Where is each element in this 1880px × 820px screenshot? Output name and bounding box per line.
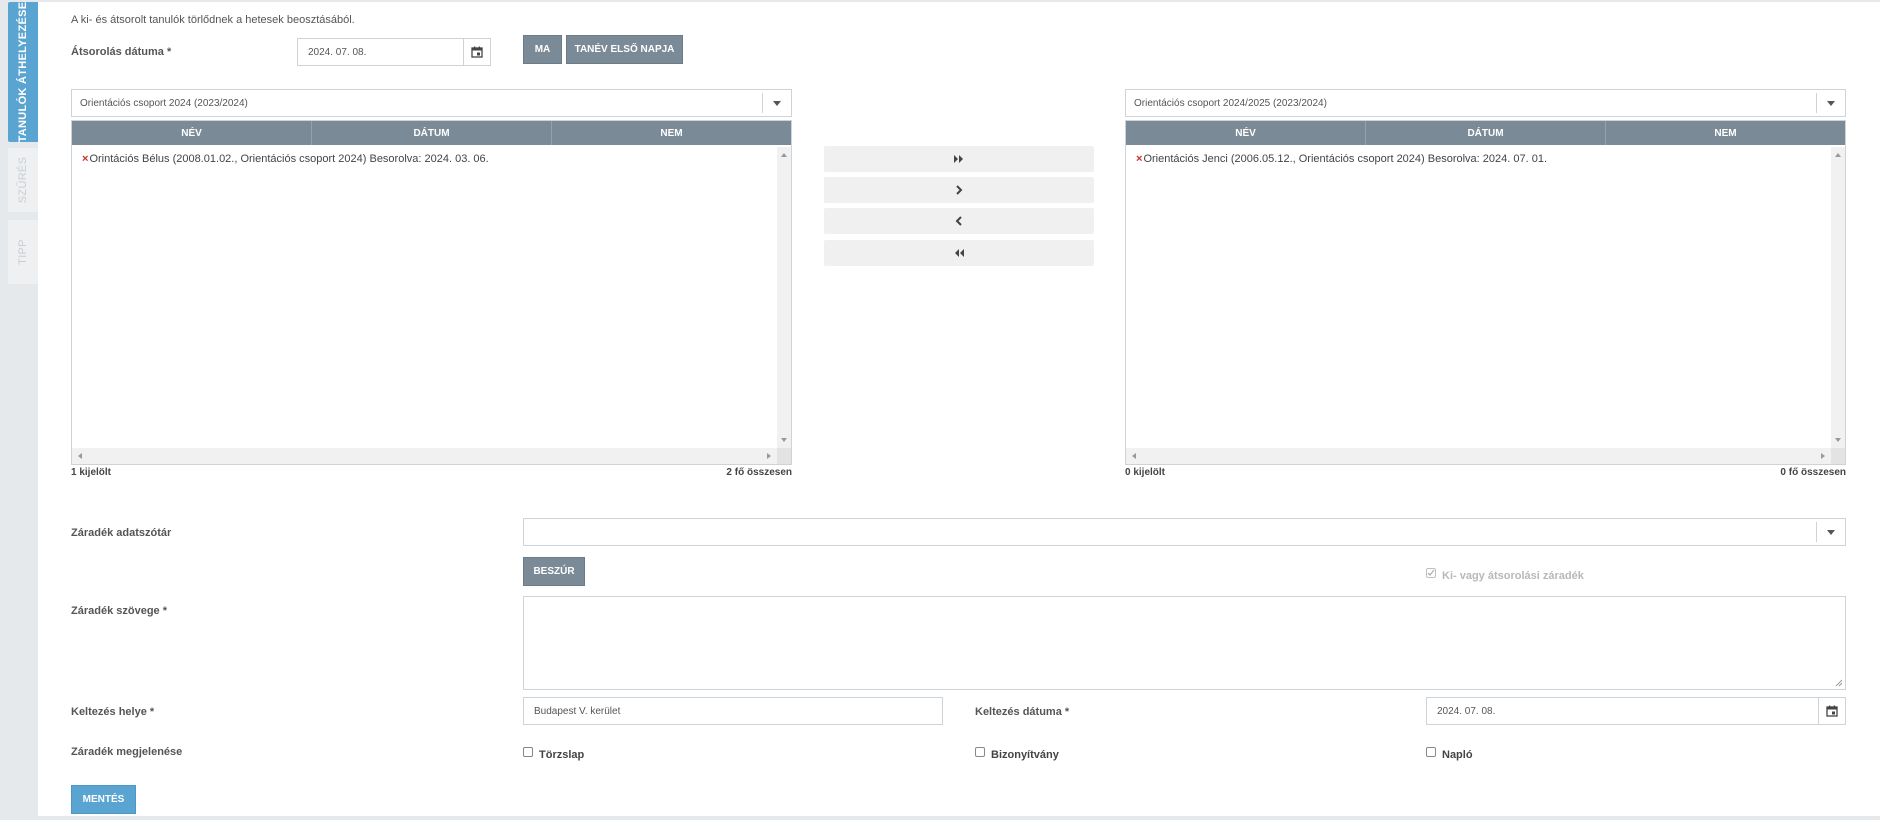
chevron-right-icon — [956, 185, 963, 195]
grid-header: NÉV DÁTUM NEM — [72, 121, 791, 145]
column-header-name[interactable]: NÉV — [1126, 121, 1366, 145]
scroll-right-icon[interactable] — [1821, 453, 1825, 459]
remove-icon[interactable]: × — [1136, 153, 1142, 165]
scroll-right-icon[interactable] — [767, 453, 771, 459]
move-all-left-button[interactable] — [824, 240, 1094, 266]
scroll-left-icon[interactable] — [1132, 453, 1136, 459]
clause-text-label: Záradék szövege * — [71, 605, 167, 617]
issue-date-value: 2024. 07. 08. — [1437, 705, 1496, 717]
issue-place-input[interactable]: Budapest V. kerület — [523, 697, 943, 725]
target-selected-count: 0 kijelölt — [1125, 467, 1166, 478]
save-button[interactable]: MENTÉS — [71, 785, 136, 814]
vertical-scrollbar[interactable] — [1831, 147, 1845, 448]
tab-tip-label: TIPP — [17, 239, 29, 265]
target-student-grid: NÉV DÁTUM NEM ×Orientációs Jenci (2006.0… — [1125, 120, 1846, 465]
tab-move-students-label: TANULÓK ÁTHELYEZÉSE — [17, 1, 29, 143]
clause-dict-select[interactable] — [523, 518, 1846, 546]
table-row[interactable]: ×Orintációs Bélus (2008.01.02., Orientác… — [82, 153, 489, 165]
tab-tip[interactable]: TIPP — [8, 220, 38, 284]
info-text: A ki- és átsorolt tanulók törlődnek a he… — [71, 14, 355, 26]
checkbox-naplo-label: Napló — [1442, 749, 1473, 761]
tab-move-students[interactable]: TANULÓK ÁTHELYEZÉSE — [8, 2, 38, 142]
horizontal-scrollbar[interactable] — [72, 448, 777, 464]
checkmark-icon — [1427, 569, 1435, 576]
date-value: 2024. 07. 08. — [308, 46, 367, 58]
remove-icon[interactable]: × — [82, 153, 88, 165]
target-total-count: 0 fő összesen — [1780, 467, 1846, 478]
move-right-button[interactable] — [824, 177, 1094, 203]
scroll-down-icon[interactable] — [781, 438, 787, 442]
appearance-label: Záradék megjelenése — [71, 746, 183, 758]
date-input[interactable]: 2024. 07. 08. — [297, 38, 491, 66]
issue-place-label: Keltezés helye * — [71, 706, 155, 718]
horizontal-scrollbar[interactable] — [1126, 448, 1831, 464]
checkbox-torzslap[interactable] — [523, 747, 533, 757]
target-group-value: Orientációs csoport 2024/2025 (2023/2024… — [1134, 97, 1327, 109]
chevron-down-icon[interactable] — [762, 93, 791, 113]
chevron-left-icon — [955, 216, 962, 226]
today-button[interactable]: MA — [523, 35, 562, 64]
column-header-gender[interactable]: NEM — [552, 121, 791, 145]
issue-date-input[interactable]: 2024. 07. 08. — [1426, 697, 1846, 725]
target-group-select[interactable]: Orientációs csoport 2024/2025 (2023/2024… — [1125, 89, 1846, 117]
scroll-corner — [1831, 448, 1845, 464]
clause-checkbox-label: Ki- vagy átsorolási záradék — [1442, 570, 1584, 582]
row-text: Orintációs Bélus (2008.01.02., Orientáci… — [89, 153, 489, 165]
source-group-value: Orientációs csoport 2024 (2023/2024) — [80, 97, 248, 109]
scroll-corner — [777, 448, 791, 464]
source-group-select[interactable]: Orientációs csoport 2024 (2023/2024) — [71, 89, 792, 117]
issue-place-value: Budapest V. kerület — [534, 705, 621, 717]
source-total-count: 2 fő összesen — [726, 467, 792, 478]
tab-filter-label: SZŰRÉS — [17, 156, 29, 204]
calendar-icon[interactable] — [1818, 698, 1845, 724]
double-chevron-left-icon — [955, 249, 964, 257]
chevron-down-icon[interactable] — [1816, 522, 1845, 542]
grid-header: NÉV DÁTUM NEM — [1126, 121, 1845, 145]
resize-handle-icon[interactable] — [1835, 679, 1843, 687]
column-header-date[interactable]: DÁTUM — [312, 121, 552, 145]
chevron-down-icon[interactable] — [1816, 93, 1845, 113]
first-day-button[interactable]: TANÉV ELSŐ NAPJA — [566, 35, 683, 64]
scroll-up-icon[interactable] — [781, 153, 787, 157]
column-header-gender[interactable]: NEM — [1606, 121, 1845, 145]
source-selected-count: 1 kijelölt — [71, 467, 112, 478]
clause-dict-label: Záradék adatszótár — [71, 527, 172, 539]
checkbox-bizonyitvany[interactable] — [975, 747, 985, 757]
scroll-down-icon[interactable] — [1835, 438, 1841, 442]
move-all-right-button[interactable] — [824, 146, 1094, 172]
scroll-up-icon[interactable] — [1835, 153, 1841, 157]
vertical-scrollbar[interactable] — [777, 147, 791, 448]
move-left-button[interactable] — [824, 208, 1094, 234]
date-label: Átsorolás dátuma * — [71, 46, 172, 58]
tab-filter[interactable]: SZŰRÉS — [8, 148, 38, 212]
row-text: Orientációs Jenci (2006.05.12., Orientác… — [1143, 153, 1548, 165]
calendar-icon[interactable] — [463, 39, 490, 65]
column-header-date[interactable]: DÁTUM — [1366, 121, 1606, 145]
table-row[interactable]: ×Orientációs Jenci (2006.05.12., Orientá… — [1136, 153, 1547, 165]
clause-text-area[interactable] — [523, 596, 1846, 690]
double-chevron-right-icon — [954, 155, 963, 163]
clause-checkbox[interactable] — [1426, 568, 1436, 578]
source-student-grid: NÉV DÁTUM NEM ×Orintációs Bélus (2008.01… — [71, 120, 792, 465]
issue-date-label: Keltezés dátuma * — [975, 706, 1070, 718]
checkbox-naplo[interactable] — [1426, 747, 1436, 757]
column-header-name[interactable]: NÉV — [72, 121, 312, 145]
scroll-left-icon[interactable] — [78, 453, 82, 459]
checkbox-torzslap-label: Törzslap — [539, 749, 585, 761]
checkbox-bizonyitvany-label: Bizonyítvány — [991, 749, 1059, 761]
insert-button[interactable]: BESZÚR — [523, 557, 585, 586]
